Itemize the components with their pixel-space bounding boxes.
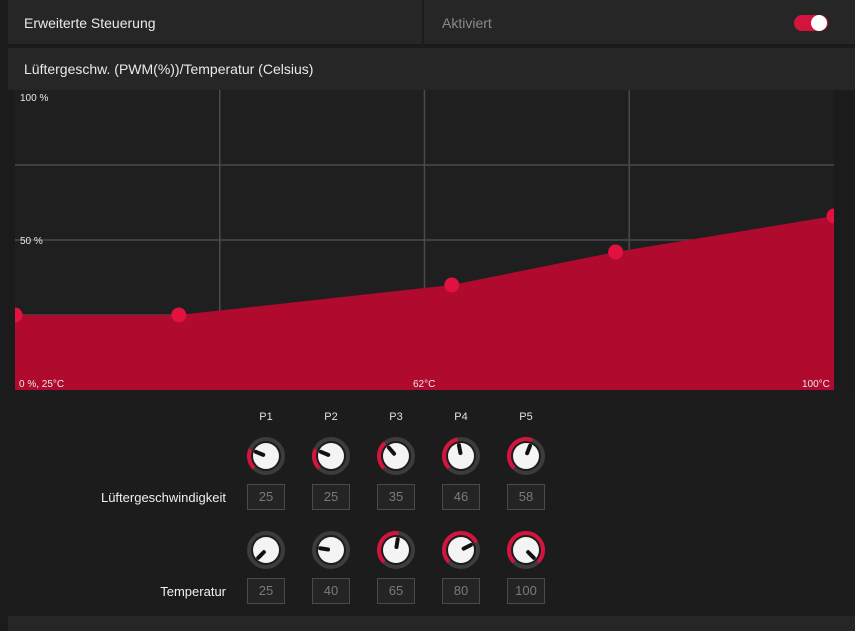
fan-speed-value-p1[interactable]: 25: [247, 484, 285, 510]
fan-speed-value-p5[interactable]: 58: [507, 484, 545, 510]
temperature-value-p1[interactable]: 25: [247, 578, 285, 604]
knob-graphic: [247, 437, 285, 475]
advanced-control-toggle[interactable]: [794, 15, 828, 31]
knob-graphic: [442, 437, 480, 475]
fan-speed-knob-p5[interactable]: [506, 436, 546, 476]
x-label-right: 100°C: [802, 379, 830, 390]
temperature-knob-p5[interactable]: [506, 530, 546, 570]
column-header-p3: P3: [389, 411, 403, 423]
fan-speed-label: Lüftergeschwindigkeit: [100, 490, 226, 505]
fan-speed-knob-p1[interactable]: [246, 436, 286, 476]
fan-curve-svg[interactable]: [15, 90, 834, 390]
graph-title-row: Lüftergeschw. (PWM(%))/Temperatur (Celsi…: [8, 48, 855, 90]
curve-point-p4: [608, 244, 624, 260]
x-label-left: 0 %, 25°C: [19, 379, 65, 390]
temperature-knob-p3[interactable]: [376, 530, 416, 570]
y-label-100: 100 %: [20, 93, 49, 104]
toggle-knob: [811, 15, 827, 31]
graph-title: Lüftergeschw. (PWM(%))/Temperatur (Celsi…: [24, 61, 314, 77]
temperature-knob-p1[interactable]: [246, 530, 286, 570]
fan-speed-knob-p3[interactable]: [376, 436, 416, 476]
fan-speed-value-p2[interactable]: 25: [312, 484, 350, 510]
temperature-value-p3[interactable]: 65: [377, 578, 415, 604]
x-label-mid: 62°C: [413, 379, 436, 390]
column-header-p2: P2: [324, 411, 338, 423]
knob-graphic: [247, 531, 285, 569]
knob-graphic: [377, 531, 415, 569]
temperature-knob-p2[interactable]: [311, 530, 351, 570]
fan-speed-value-p3[interactable]: 35: [377, 484, 415, 510]
knob-graphic: [312, 531, 350, 569]
fan-curve-graph[interactable]: 100 % 50 % 0 %, 25°C 62°C 100°C: [15, 90, 834, 390]
knob-graphic: [377, 437, 415, 475]
fan-speed-knob-p2[interactable]: [311, 436, 351, 476]
curve-point-p2: [171, 307, 187, 323]
temperature-value-p4[interactable]: 80: [442, 578, 480, 604]
advanced-control-cell: Erweiterte Steuerung: [8, 0, 424, 46]
y-label-50: 50 %: [20, 236, 43, 247]
advanced-control-title: Erweiterte Steuerung: [24, 15, 156, 31]
curve-point-p3: [444, 277, 460, 293]
temperature-value-p5[interactable]: 100: [507, 578, 545, 604]
temperature-knob-p4[interactable]: [441, 530, 481, 570]
fan-speed-value-p4[interactable]: 46: [442, 484, 480, 510]
knob-graphic: [442, 531, 480, 569]
advanced-control-status: Aktiviert: [442, 15, 492, 31]
bottom-strip: [8, 616, 855, 631]
temperature-value-p2[interactable]: 40: [312, 578, 350, 604]
column-header-p4: P4: [454, 411, 468, 423]
fan-speed-knob-p4[interactable]: [441, 436, 481, 476]
advanced-control-row: Erweiterte Steuerung Aktiviert: [8, 0, 855, 46]
column-header-p1: P1: [259, 411, 273, 423]
temperature-label: Temperatur: [160, 584, 226, 599]
column-header-p5: P5: [519, 411, 533, 423]
knob-graphic: [507, 531, 545, 569]
knob-graphic: [312, 437, 350, 475]
knob-graphic: [507, 437, 545, 475]
